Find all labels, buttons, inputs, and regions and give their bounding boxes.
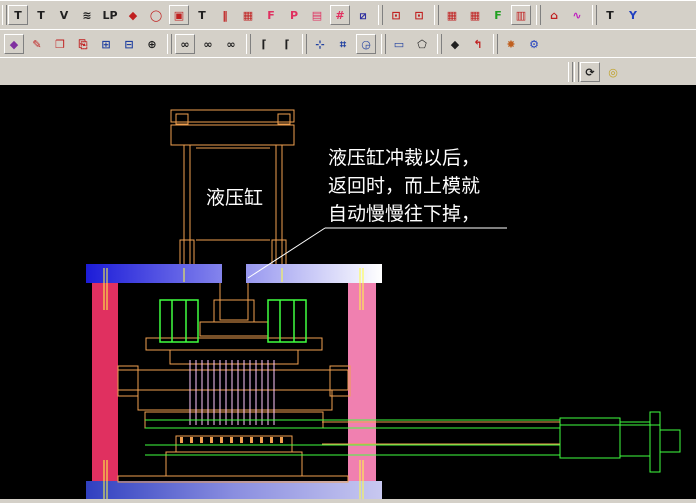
hook-icon[interactable]: ↰ [468,34,488,54]
grid-3-icon[interactable]: ▦ [465,5,485,25]
eraser-icon[interactable]: ◆ [4,34,24,54]
grid-icon[interactable]: ▦ [238,5,258,25]
toolbar-separator [536,5,541,25]
book-2-icon[interactable]: ⊡ [409,5,429,25]
cylinder-icon[interactable]: ◯ [146,5,166,25]
toolbar-grip[interactable] [2,5,7,25]
toolbar-separator [592,5,597,25]
toolbar-separator [437,34,442,54]
pen-icon[interactable]: ✎ [27,34,47,54]
bend-icon[interactable]: P [284,5,304,25]
toolbar-separator [246,34,251,54]
stack-icon[interactable]: ◆ [123,5,143,25]
lp-icon[interactable]: LP [100,5,120,25]
punch-double-icon[interactable]: V [54,5,74,25]
table-icon[interactable]: ⊟ [119,34,139,54]
punch-tool-3-icon[interactable]: T [600,5,620,25]
copy-icon[interactable]: ❐ [50,34,70,54]
spark-icon[interactable]: ✸ [501,34,521,54]
right-column [348,283,376,499]
layer-icon[interactable]: ⊞ [96,34,116,54]
toolbar-grip[interactable] [568,62,573,82]
toolbar-row-3: ⟳ ◎ [0,57,696,86]
punch-tool-2-icon[interactable]: T [31,5,51,25]
toolbar-grip[interactable] [574,62,579,82]
point-icon[interactable]: ◆ [445,34,465,54]
plate-icon[interactable]: ▣ [169,5,189,25]
toolbar-separator [381,34,386,54]
toolbar-separator [434,5,439,25]
block-icon[interactable]: ▤ [307,5,327,25]
mesh-icon[interactable]: # [330,5,350,25]
chamfer-icon[interactable]: ⌈ [277,34,297,54]
frame-2-icon[interactable]: F [488,5,508,25]
annotation-line-3: 自动慢慢往下掉， [328,203,480,225]
grid-2-icon[interactable]: ▦ [442,5,462,25]
paste-icon[interactable]: ⎘ [73,34,93,54]
feeder-arm [145,411,681,473]
frame-icon[interactable]: F [261,5,281,25]
toolbar-row-1: T T V ≋ LP ◆ ◯ ▣ T ‖ ▦ F P ▤ # ⧄ ⊡ ⊡ ▦ ▦ F ▥ ⌂ ∿ T Y [0,0,696,30]
rotate-view-icon[interactable]: ⟳ [580,62,600,82]
wave-icon[interactable]: ∿ [567,5,587,25]
toolbar-separator [493,34,498,54]
left-column [92,283,118,499]
link-2-icon[interactable]: ∞ [198,34,218,54]
cylinder-label: 液压缸 [206,187,263,209]
drawing-canvas[interactable]: 液压缸 液压缸冲裁以后， 返回时，而上模就 自动慢慢往下掉， [0,85,696,499]
settings-icon[interactable]: ⚙ [524,34,544,54]
crop-icon[interactable]: ⌗ [333,34,353,54]
link-3-icon[interactable]: ∞ [221,34,241,54]
book-icon[interactable]: ⊡ [386,5,406,25]
bolts [103,268,364,499]
cad-drawing: 液压缸 液压缸冲裁以后， 返回时，而上模就 自动慢慢往下掉， [86,109,681,499]
toolbar-separator [378,5,383,25]
link-icon[interactable]: ∞ [175,34,195,54]
annotation-line-2: 返回时，而上模就 [328,175,480,197]
plus-circle-icon[interactable]: ⊕ [142,34,162,54]
fillet-icon[interactable]: ⌈ [254,34,274,54]
rectangle-icon[interactable]: ▭ [389,34,409,54]
slash-icon[interactable]: ⧄ [353,5,373,25]
spring-icon[interactable]: ≋ [77,5,97,25]
lower-die-comb [180,437,283,443]
bolt-icon[interactable]: ‖ [215,5,235,25]
punch-tool-icon[interactable]: T [8,5,28,25]
pentagon-icon[interactable]: ⬠ [412,34,432,54]
top-plate-gap [222,264,246,283]
region-icon[interactable]: ◶ [356,34,376,54]
annotation-line-1: 液压缸冲裁以后， [328,147,480,169]
connect-icon[interactable]: ⌂ [544,5,564,25]
filter-icon[interactable]: Y [623,5,643,25]
bottom-press-plate [86,481,382,499]
hydraulic-cylinder [170,109,295,321]
color-wheel-icon[interactable]: ◎ [603,62,623,82]
guide-pin-icon[interactable]: T [192,5,212,25]
dimension-icon[interactable]: ⊹ [310,34,330,54]
toolbar-row-2: ◆ ✎ ❐ ⎘ ⊞ ⊟ ⊕ ∞ ∞ ∞ ⌈ ⌈ ⊹ ⌗ ◶ ▭ ⬠ ◆ ↰ ✸ ⚙ [0,29,696,59]
ladder-icon[interactable]: ▥ [511,5,531,25]
toolbar-separator [302,34,307,54]
toolbar-separator [167,34,172,54]
